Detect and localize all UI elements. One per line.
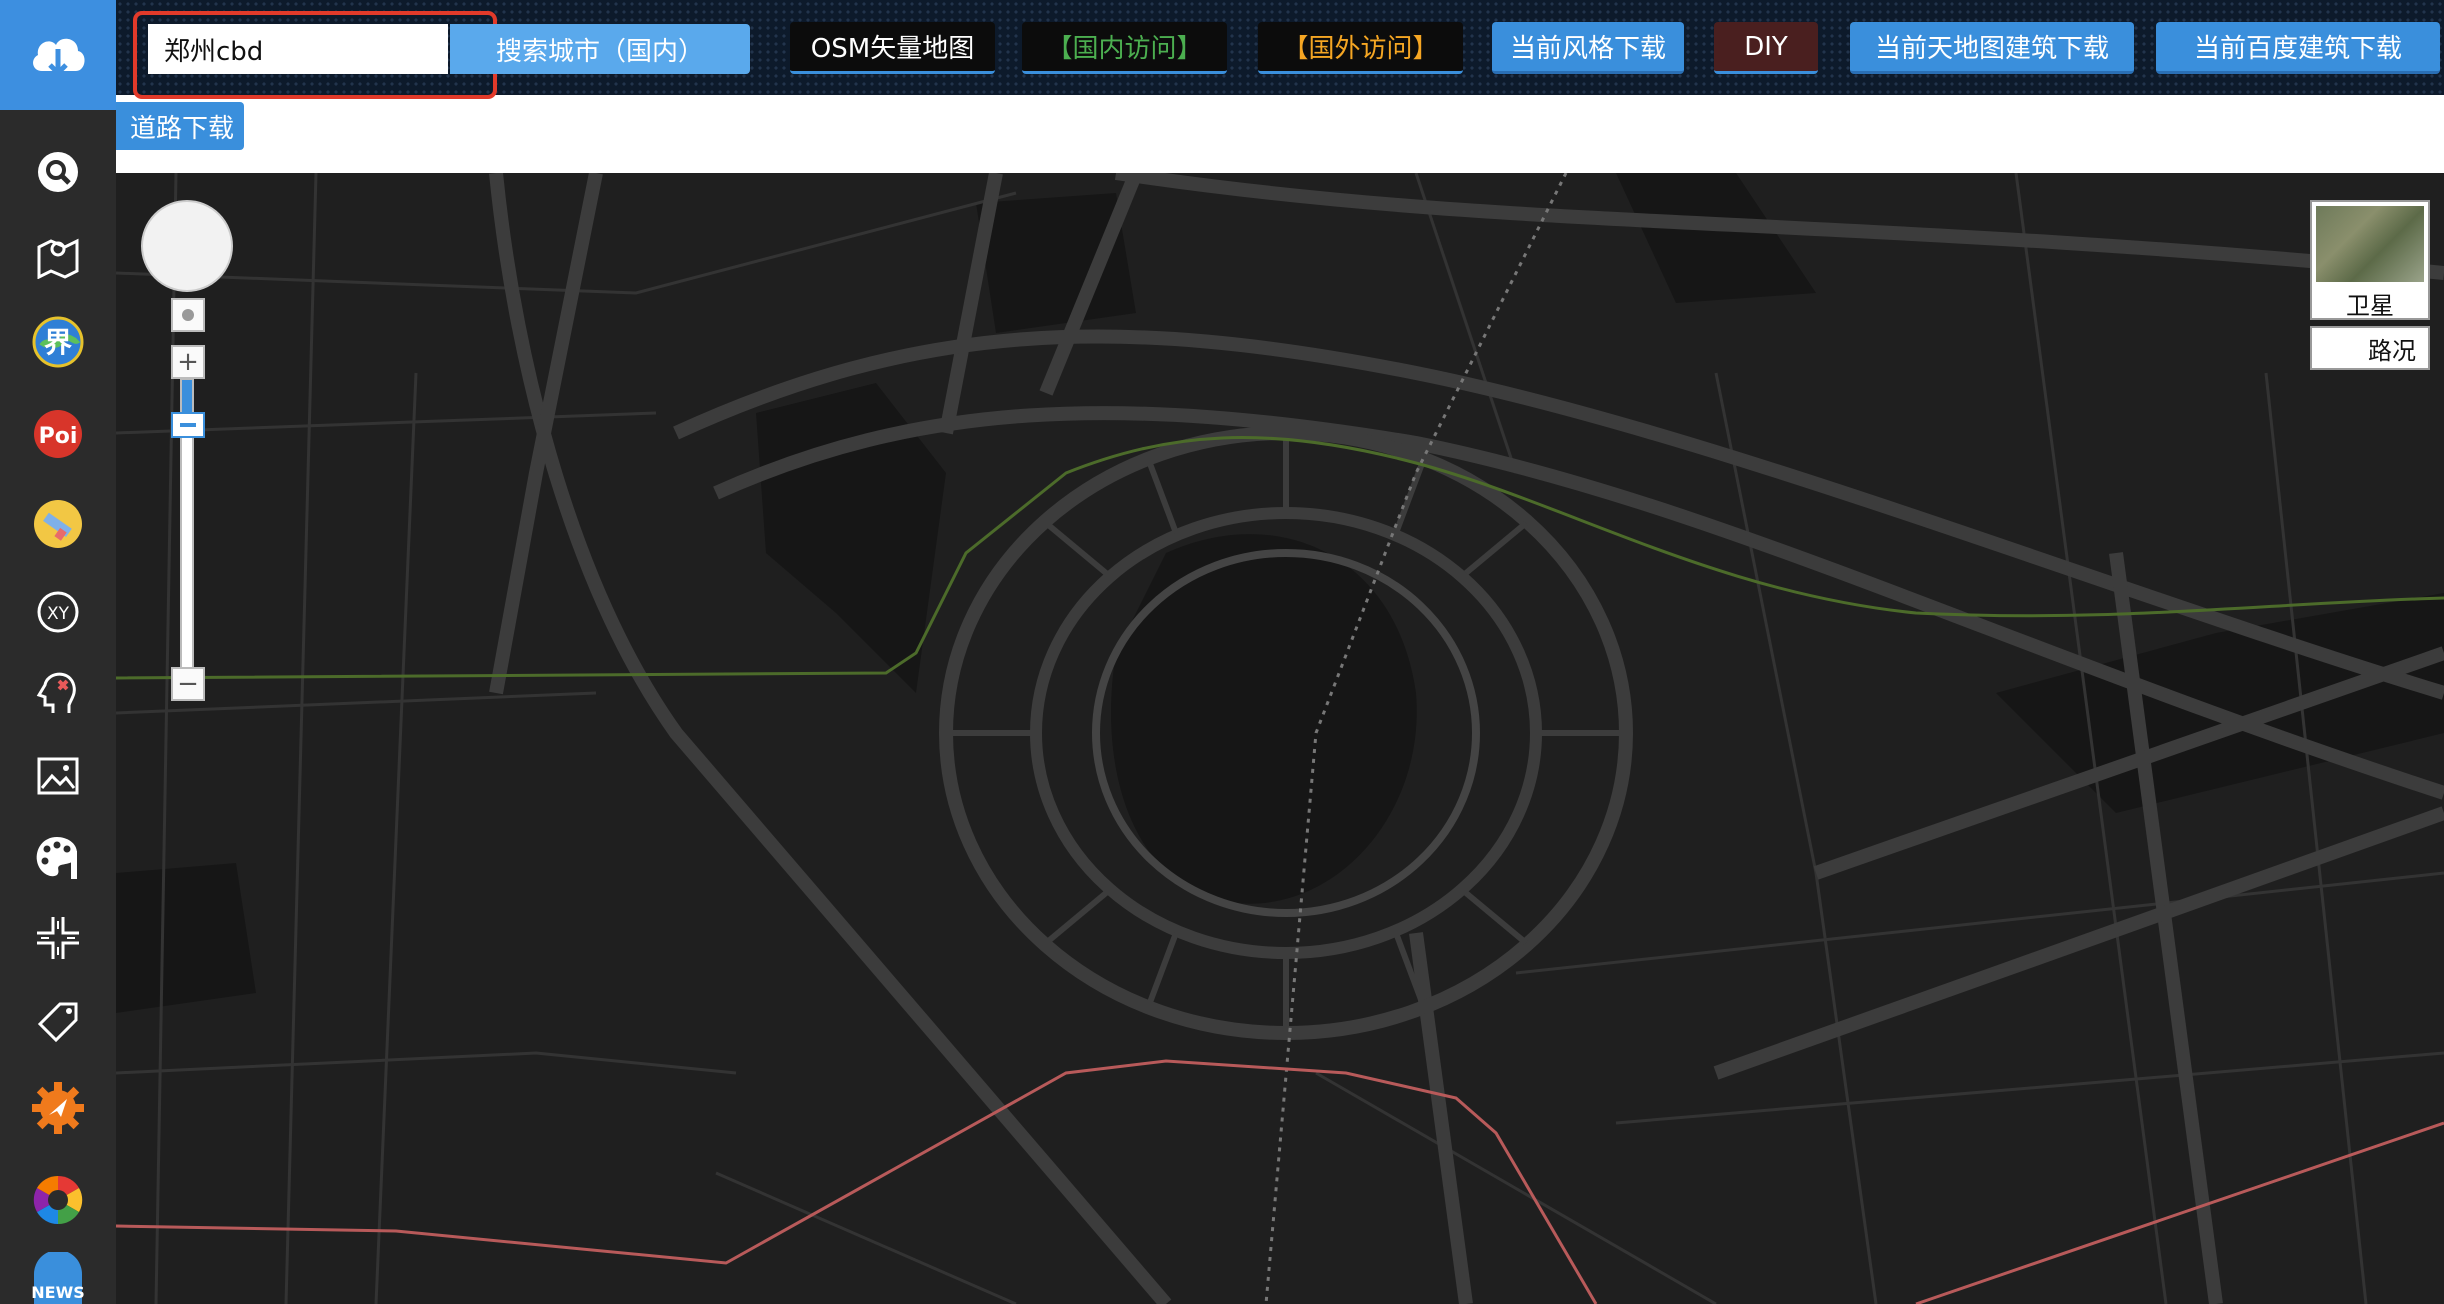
left-sidebar: 界 Poi XY NEWS	[0, 0, 116, 1304]
zoom-out-button[interactable]: −	[171, 667, 205, 701]
map-roads	[116, 173, 2444, 1304]
palette-icon[interactable]	[28, 828, 88, 888]
foreign-access-button[interactable]: 【国外访问】	[1258, 22, 1463, 74]
news-label: NEWS	[31, 1283, 85, 1302]
cloud-download-icon	[33, 38, 85, 77]
color-wheel-icon[interactable]	[28, 1170, 88, 1230]
road-download-button[interactable]: 道路下载	[116, 102, 244, 150]
boundary-globe-icon[interactable]: 界	[28, 312, 88, 372]
poi-icon[interactable]: Poi	[28, 404, 88, 464]
center-dot-icon	[182, 309, 194, 321]
minus-icon	[180, 423, 196, 427]
image-icon[interactable]	[28, 746, 88, 806]
secondary-toolbar: 道路下载	[116, 95, 2444, 173]
search-city-button[interactable]: 搜索城市（国内）	[450, 24, 750, 74]
tianditu-building-download-button[interactable]: 当前天地图建筑下载	[1850, 22, 2134, 74]
gear-icon[interactable]	[28, 1078, 88, 1138]
map-pan-control[interactable]	[141, 200, 233, 292]
search-input[interactable]	[148, 24, 448, 74]
diy-button[interactable]: DIY	[1714, 22, 1818, 74]
zoom-in-button[interactable]: +	[171, 345, 205, 379]
osm-vector-map-button[interactable]: OSM矢量地图	[790, 22, 995, 74]
tag-icon[interactable]	[28, 990, 88, 1050]
traffic-maptype-button[interactable]: 路况	[2310, 326, 2430, 370]
xy-coordinate-icon[interactable]: XY	[28, 582, 88, 642]
poi-label: Poi	[39, 424, 78, 449]
map-canvas[interactable]	[116, 173, 2444, 1304]
map-center-button[interactable]	[171, 298, 205, 332]
pencil-draw-icon[interactable]	[28, 494, 88, 554]
road-junction-icon[interactable]	[28, 908, 88, 968]
search-icon[interactable]	[28, 142, 88, 202]
satellite-thumbnail	[2316, 206, 2424, 282]
baidu-building-download-button[interactable]: 当前百度建筑下载	[2156, 22, 2440, 74]
logo[interactable]	[0, 0, 116, 110]
satellite-maptype-button[interactable]: 卫星	[2310, 200, 2430, 320]
satellite-label: 卫星	[2346, 292, 2394, 320]
boundary-label: 界	[44, 326, 72, 359]
head-settings-icon[interactable]	[28, 662, 88, 722]
style-download-button[interactable]: 当前风格下载	[1492, 22, 1684, 74]
zoom-slider-handle[interactable]	[171, 412, 205, 438]
map-pin-icon[interactable]	[28, 226, 88, 286]
news-icon[interactable]: NEWS	[28, 1252, 88, 1304]
xy-label: XY	[47, 604, 70, 624]
domestic-access-button[interactable]: 【国内访问】	[1022, 22, 1227, 74]
